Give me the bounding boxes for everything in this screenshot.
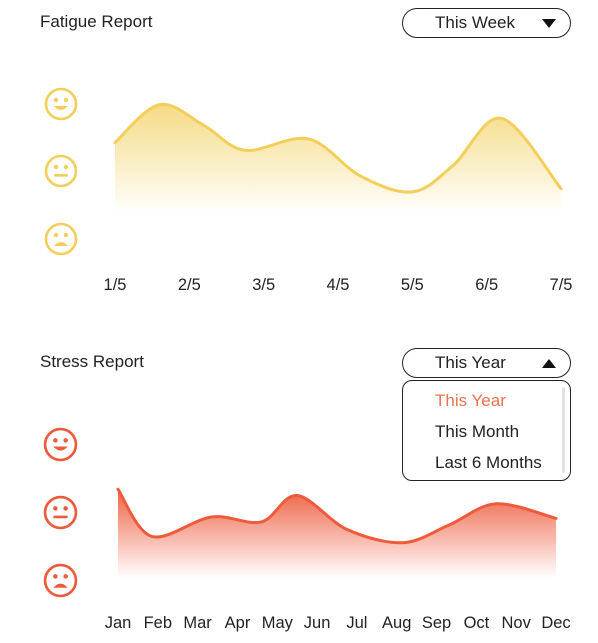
menu-scrollbar[interactable] bbox=[562, 387, 565, 473]
menu-item-this-month[interactable]: This Month bbox=[403, 416, 570, 447]
stress-x-tick-label: Jul bbox=[346, 614, 367, 632]
stress-x-tick-label: Apr bbox=[225, 614, 251, 632]
stress-area-fill bbox=[118, 489, 556, 578]
stress-x-tick-label: Feb bbox=[144, 614, 172, 632]
stress-x-tick-label: Jan bbox=[105, 614, 132, 632]
stress-x-tick-label: May bbox=[262, 614, 294, 632]
caret-up-icon bbox=[542, 358, 556, 368]
stress-x-tick-label: Jun bbox=[304, 614, 331, 632]
stress-x-tick-label: Oct bbox=[464, 614, 490, 632]
stress-x-tick-label: Nov bbox=[502, 614, 532, 632]
stress-x-tick-label: Aug bbox=[382, 614, 411, 632]
stress-period-selected: This Year bbox=[435, 353, 506, 372]
stress-x-tick-label: Sep bbox=[422, 614, 451, 632]
stress-x-tick-label: Mar bbox=[183, 614, 212, 632]
stress-period-dropdown[interactable]: This Year bbox=[402, 348, 571, 378]
stress-period-menu: This Year This Month Last 6 Months bbox=[402, 380, 571, 481]
menu-item-this-year[interactable]: This Year bbox=[403, 385, 570, 416]
menu-item-last-6-months[interactable]: Last 6 Months bbox=[403, 447, 570, 478]
stress-chart: Jan Feb Mar Apr May Jun Jul Aug Sep Oct Nov Dec bbox=[105, 487, 571, 632]
stress-x-tick-label: Dec bbox=[541, 614, 570, 632]
